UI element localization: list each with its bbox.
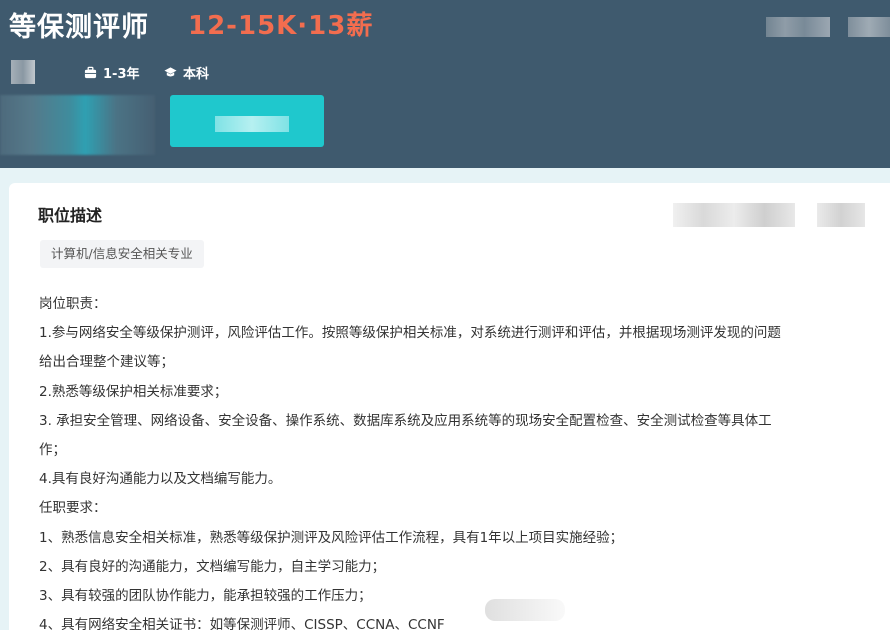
blurred-action-area[interactable] — [0, 95, 155, 155]
blurred-text-fragment — [485, 599, 565, 621]
blurred-recruiter-info — [673, 203, 795, 227]
blurred-top-info — [766, 17, 830, 37]
education-text: 本科 — [183, 66, 210, 82]
description-line: 作； — [39, 442, 66, 459]
experience-requirement: 1-3年 — [84, 62, 140, 82]
description-line: 2、具有良好的沟通能力，文档编写能力，自主学习能力； — [39, 558, 386, 575]
graduation-cap-icon — [164, 66, 177, 76]
description-line: 给出合理整个建议等； — [39, 354, 174, 371]
description-line: 4、具有网络安全相关证书：如等保测评师、CISSP、CCNA、CCNF — [39, 617, 445, 630]
education-requirement: 本科 — [164, 62, 209, 82]
salary: 12-15K·13薪 — [188, 11, 374, 41]
experience-text: 1-3年 — [103, 66, 140, 82]
description-line: 4.具有良好沟通能力以及文档编写能力。 — [39, 471, 282, 488]
apply-button-label-blurred — [215, 116, 289, 132]
blurred-recruiter-info-2 — [817, 203, 865, 227]
description-line: 1、熟悉信息安全相关标准，熟悉等级保护测评及风险评估工作流程，具有1年以上项目实… — [39, 529, 624, 546]
briefcase-icon — [84, 66, 97, 78]
job-title: 等保测评师 — [9, 12, 149, 43]
job-description-text: 岗位职责： 1.参与网络安全等级保护测评，风险评估工作。按照等级保护相关标准，对… — [39, 290, 874, 630]
description-line: 2.熟悉等级保护相关标准要求； — [39, 383, 228, 400]
section-title: 职位描述 — [38, 206, 103, 225]
description-line: 任职要求： — [39, 500, 107, 517]
job-description-card: 职位描述 计算机/信息安全相关专业 岗位职责： 1.参与网络安全等级保护测评，风… — [9, 183, 890, 630]
blurred-location — [11, 60, 35, 84]
description-line: 3. 承担安全管理、网络设备、安全设备、操作系统、数据库系统及应用系统等的现场安… — [39, 412, 772, 429]
description-line: 1.参与网络安全等级保护测评，风险评估工作。按照等级保护相关标准，对系统进行测评… — [39, 325, 781, 342]
major-tag: 计算机/信息安全相关专业 — [40, 240, 204, 268]
job-header: 等保测评师 12-15K·13薪 1-3年 本科 — [0, 0, 890, 168]
description-line: 3、具有较强的团队协作能力，能承担较强的工作压力； — [39, 588, 372, 605]
blurred-top-info-2 — [848, 17, 890, 37]
description-line: 岗位职责： — [39, 296, 107, 312]
